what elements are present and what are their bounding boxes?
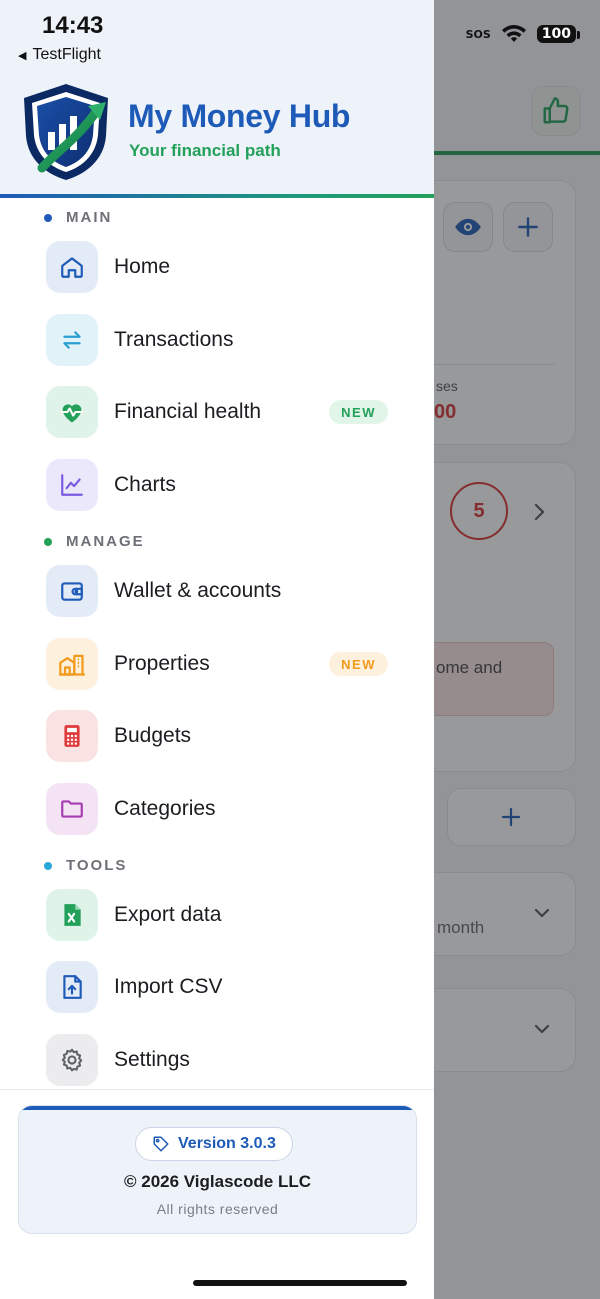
back-to-testflight-link[interactable]: ◀ TestFlight [18, 46, 101, 64]
card-accent-bar [19, 1106, 416, 1110]
menu-label: Transactions [114, 328, 234, 351]
app-subtitle: Your financial path [129, 141, 281, 160]
heartbeat-icon [60, 404, 84, 423]
menu-item-budgets[interactable]: Budgets [46, 709, 396, 763]
menu-item-properties[interactable]: Properties NEW [46, 637, 396, 691]
menu-label: Financial health [114, 400, 262, 423]
menu-item-transactions[interactable]: Transactions [46, 313, 396, 367]
menu-item-categories[interactable]: Categories [46, 782, 396, 836]
section-main: MAIN [44, 209, 112, 226]
menu-label: Budgets [114, 724, 192, 747]
wifi-icon [501, 25, 526, 42]
app-title: My Money Hub [128, 98, 351, 134]
menu-label: Properties [114, 652, 210, 675]
section-label: TOOLS [66, 857, 128, 874]
menu-item-export-data[interactable]: Export data [46, 888, 396, 942]
home-icon [61, 257, 83, 278]
section-label: MANAGE [66, 533, 145, 550]
header-gradient-divider [0, 194, 434, 198]
menu-item-financial-health[interactable]: Financial health NEW [46, 385, 396, 439]
app-info-card: Version 3.0.3 © 2026 Viglascode LLC All … [18, 1105, 417, 1234]
section-manage: MANAGE [44, 533, 145, 550]
version-badge: Version 3.0.3 [135, 1127, 293, 1161]
new-badge: NEW [329, 652, 388, 676]
menu-item-import-csv[interactable]: Import CSV [46, 960, 396, 1014]
excel-file-icon [64, 904, 81, 926]
section-dot [44, 213, 52, 222]
menu-item-settings[interactable]: Settings [46, 1033, 396, 1087]
app-logo-shield-icon [24, 84, 108, 180]
version-text: Version 3.0.3 [178, 1135, 276, 1152]
carrier-text: SOS [465, 27, 491, 41]
menu-label: Import CSV [114, 975, 223, 998]
menu-item-home[interactable]: Home [46, 240, 396, 294]
status-time: 14:43 [42, 12, 104, 39]
file-upload-icon [63, 975, 82, 999]
section-tools: TOOLS [44, 857, 127, 874]
section-dot [44, 861, 52, 870]
tag-icon [153, 1136, 169, 1152]
gear-icon [61, 1048, 83, 1072]
menu-label: Export data [114, 903, 222, 926]
back-arrow-icon: ◀ [18, 49, 27, 62]
battery-indicator: 100 [536, 25, 581, 43]
menu-label: Wallet & accounts [114, 579, 282, 602]
wallet-icon [61, 582, 83, 601]
copyright-text: © 2026 Viglascode LLC [123, 1172, 311, 1191]
calculator-icon [64, 725, 80, 747]
back-label: TestFlight [32, 46, 101, 63]
menu-item-wallet-accounts[interactable]: Wallet & accounts [46, 564, 396, 618]
menu-label: Categories [114, 797, 216, 820]
menu-label: Home [114, 255, 171, 278]
home-indicator[interactable] [193, 1280, 407, 1286]
status-indicators: SOS 100 [465, 24, 581, 44]
new-badge: NEW [329, 400, 388, 424]
drawer-header: 14:43 ◀ TestFlight My Money Hub Your fin… [0, 0, 434, 198]
folder-icon [61, 800, 83, 818]
menu-label: Settings [114, 1048, 190, 1071]
section-dot [44, 537, 52, 546]
menu-item-charts[interactable]: Charts [46, 458, 396, 512]
arrows-swap-icon [63, 331, 81, 349]
navigation-drawer: 14:43 ◀ TestFlight My Money Hub Your fin… [0, 0, 434, 1299]
section-label: MAIN [66, 209, 113, 226]
menu-label: Charts [114, 473, 176, 496]
buildings-icon [59, 654, 85, 676]
footer-divider [0, 1089, 434, 1090]
line-chart-icon [61, 474, 83, 496]
rights-text: All rights reserved [156, 1201, 279, 1217]
